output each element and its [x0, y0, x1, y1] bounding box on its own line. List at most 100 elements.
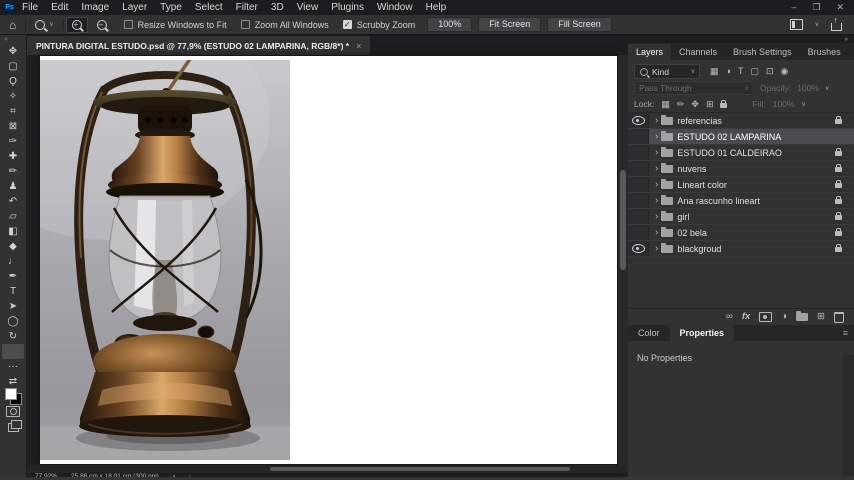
checkbox-resize-windows-to-fit[interactable]: [124, 20, 133, 29]
home-icon[interactable]: ⌂: [0, 18, 26, 32]
menu-help[interactable]: Help: [426, 2, 447, 13]
visibility-toggle[interactable]: [628, 225, 649, 240]
lock-all-icon[interactable]: [720, 103, 727, 108]
filter-kind-dropdown[interactable]: Kind ∨: [634, 64, 700, 79]
foreground-color-swatch[interactable]: [5, 388, 17, 400]
swap-colors-button[interactable]: ⇄: [2, 374, 24, 389]
zoom-in-button[interactable]: +: [66, 17, 88, 33]
vertical-scrollbar-thumb[interactable]: [620, 170, 626, 270]
delete-layer-icon[interactable]: [834, 312, 844, 323]
path-selection-tool[interactable]: ➤: [2, 299, 24, 314]
share-icon[interactable]: [831, 23, 842, 31]
100-button[interactable]: 100%: [427, 17, 472, 32]
group-chevron-icon[interactable]: ›: [655, 116, 658, 126]
frame-tool[interactable]: ⊠: [2, 119, 24, 134]
lock-paint-icon[interactable]: ✏: [677, 100, 685, 109]
document-canvas[interactable]: [40, 56, 617, 464]
group-chevron-icon[interactable]: ›: [655, 212, 658, 222]
tab-layers[interactable]: Layers: [628, 44, 671, 60]
option-scrubby-zoom[interactable]: ✓Scrubby Zoom: [343, 20, 416, 30]
layer-row-blackgroud[interactable]: ›blackgroud: [628, 241, 854, 257]
group-chevron-icon[interactable]: ›: [655, 228, 658, 238]
blur-tool[interactable]: ◆: [2, 239, 24, 254]
panel-menu-icon[interactable]: ≡: [849, 47, 854, 60]
menu-file[interactable]: File: [22, 2, 38, 13]
checkbox-zoom-all-windows[interactable]: [241, 20, 250, 29]
menu-filter[interactable]: Filter: [236, 2, 258, 13]
filter-adjustment-layers-icon[interactable]: ◑: [726, 67, 731, 76]
layer-row-girl[interactable]: ›girl: [628, 209, 854, 225]
close-tab-icon[interactable]: ×: [356, 41, 361, 51]
tab-channels[interactable]: Channels: [671, 44, 725, 60]
edit-toolbar-button[interactable]: ···: [2, 359, 24, 374]
group-chevron-icon[interactable]: ›: [655, 164, 658, 174]
tab-brush-settings[interactable]: Brush Settings: [725, 44, 800, 60]
lock-artboard-icon[interactable]: ⊞: [706, 100, 714, 109]
option-zoom-all-windows[interactable]: Zoom All Windows: [241, 20, 329, 30]
visibility-toggle[interactable]: [628, 161, 649, 176]
layer-row-referencias[interactable]: ›referencias: [628, 113, 854, 129]
group-chevron-icon[interactable]: ›: [655, 244, 658, 254]
menu-edit[interactable]: Edit: [51, 2, 68, 13]
tab-brushes[interactable]: Brushes: [800, 44, 849, 60]
panel-expand-icon[interactable]: »: [844, 36, 848, 43]
group-chevron-icon[interactable]: ›: [655, 196, 658, 206]
lock-position-icon[interactable]: ✥: [691, 100, 699, 109]
workspace-caret-icon[interactable]: ∨: [815, 21, 819, 28]
menu-image[interactable]: Image: [81, 2, 109, 13]
horizontal-scrollbar-thumb[interactable]: [270, 467, 570, 471]
visibility-toggle[interactable]: [628, 113, 649, 128]
option-resize-windows-to-fit[interactable]: Resize Windows to Fit: [124, 20, 227, 30]
layer-row-ana-rascunho-lineart[interactable]: ›Ana rascunho lineart: [628, 193, 854, 209]
layer-row-02-bela[interactable]: ›02 bela: [628, 225, 854, 241]
add-layer-mask-icon[interactable]: [759, 312, 772, 322]
visibility-toggle[interactable]: [628, 177, 649, 192]
crop-tool[interactable]: ⌗: [2, 104, 24, 119]
new-group-icon[interactable]: [796, 313, 808, 321]
eraser-tool[interactable]: ▱: [2, 209, 24, 224]
filter-toggle-pin-icon[interactable]: ◉: [781, 67, 789, 76]
visibility-toggle[interactable]: [628, 129, 649, 144]
quick-mask-button[interactable]: [2, 404, 24, 419]
layer-row-estudo-02-lamparina[interactable]: ›ESTUDO 02 LAMPARINA: [628, 129, 854, 145]
lasso-tool[interactable]: Ϙ: [2, 74, 24, 89]
type-tool[interactable]: T: [2, 284, 24, 299]
checkbox-scrubby-zoom[interactable]: ✓: [343, 20, 352, 29]
window-close-button[interactable]: ✕: [836, 2, 844, 13]
screen-mode-button[interactable]: [2, 419, 24, 434]
menu-view[interactable]: View: [297, 2, 319, 13]
workspace-switcher-icon[interactable]: [790, 19, 803, 30]
adjustment-layer-icon[interactable]: ◑: [781, 312, 787, 322]
visibility-toggle[interactable]: [628, 241, 649, 256]
gradient-tool[interactable]: ◧: [2, 224, 24, 239]
eyedropper-tool[interactable]: ✑: [2, 134, 24, 149]
fill-screen-button[interactable]: Fill Screen: [547, 17, 612, 32]
group-chevron-icon[interactable]: ›: [655, 148, 658, 158]
pen-tool[interactable]: ✒: [2, 269, 24, 284]
marquee-tool[interactable]: ▢: [2, 59, 24, 74]
clone-stamp-tool[interactable]: ♟: [2, 179, 24, 194]
document-tab[interactable]: PINTURA DIGITAL ESTUDO.psd @ 77,9% (ESTU…: [27, 36, 370, 55]
brush-tool[interactable]: ✏: [2, 164, 24, 179]
tab-properties[interactable]: Properties: [670, 325, 735, 341]
healing-brush-tool[interactable]: ✚: [2, 149, 24, 164]
menu-3d[interactable]: 3D: [271, 2, 284, 13]
filter-pixel-layers-icon[interactable]: ▦: [710, 67, 719, 76]
rotate-view-tool[interactable]: ↻: [2, 329, 24, 344]
new-layer-icon[interactable]: ⊞: [817, 312, 825, 322]
panel-menu-icon[interactable]: ≡: [837, 328, 854, 341]
visibility-toggle[interactable]: [628, 209, 649, 224]
window-minimize-button[interactable]: –: [791, 2, 796, 13]
tab-color[interactable]: Color: [628, 325, 670, 341]
filter-type-layers-icon[interactable]: T: [738, 67, 744, 76]
window-restore-button[interactable]: ❐: [812, 2, 820, 13]
dodge-tool[interactable]: ♩: [2, 254, 24, 269]
group-chevron-icon[interactable]: ›: [655, 180, 658, 190]
lock-transparency-icon[interactable]: ▦: [661, 100, 670, 109]
menu-layer[interactable]: Layer: [122, 2, 147, 13]
visibility-toggle[interactable]: [628, 193, 649, 208]
layer-effects-icon[interactable]: fx: [742, 312, 750, 322]
zoom-out-button[interactable]: –: [92, 18, 112, 32]
shape-tool[interactable]: ◯: [2, 314, 24, 329]
vertical-scrollbar[interactable]: [618, 55, 628, 465]
